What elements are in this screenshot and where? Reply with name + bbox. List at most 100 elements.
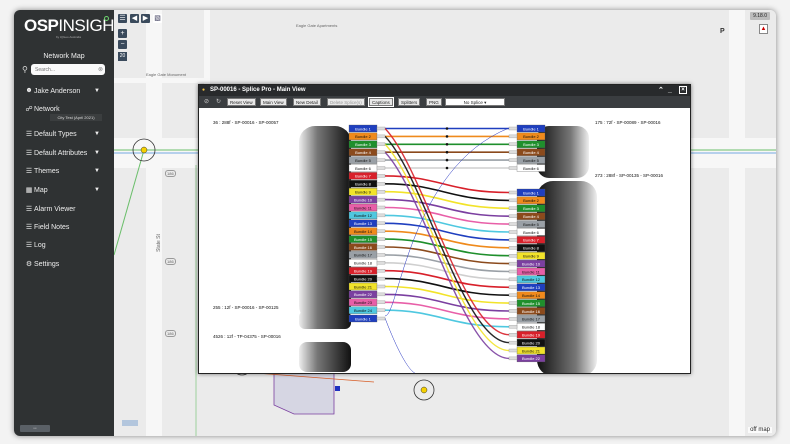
right-bot-bundle-connector	[508, 222, 518, 226]
splice-point[interactable]	[445, 150, 449, 154]
map-tools-icon[interactable]: ▧	[153, 14, 162, 23]
right-bot-bundle-label: Bundle 16	[522, 309, 541, 314]
search-input[interactable]	[31, 64, 105, 75]
minimize-icon[interactable]: _	[668, 85, 672, 96]
left-top-bundle-connector	[376, 269, 386, 273]
sidebar-item-default-attributes[interactable]: ☰ Default Attributes ▼	[14, 147, 114, 161]
cable-cylinder-left-mid[interactable]	[299, 311, 351, 329]
sidebar-item-field-notes[interactable]: ☰ Field Notes	[14, 221, 114, 235]
equipment-marker[interactable]	[335, 386, 340, 391]
sidebar-item-label: Themes	[34, 168, 60, 175]
new-detail-button[interactable]: New Detail	[293, 98, 321, 106]
fiber-passthrough[interactable]	[384, 317, 416, 373]
network-label: Network	[34, 106, 60, 113]
left-top-bundle-label: Bundle 9	[355, 190, 372, 195]
left-top-bundle-connector	[376, 182, 386, 186]
parking-marker: P	[720, 28, 725, 35]
splice-node[interactable]	[420, 386, 428, 394]
cable-cylinder-left-bot[interactable]	[299, 342, 351, 372]
left-top-bundle-label: Bundle 16	[354, 245, 373, 250]
road-east	[729, 10, 745, 436]
cable-label-left-mid: 255 : 12f - SP-00016 - SP-00125	[213, 305, 279, 310]
splitters-button[interactable]: Splitters	[398, 98, 421, 106]
zoom-in-button[interactable]: +	[118, 29, 127, 38]
captions-button[interactable]: Captions	[368, 97, 394, 107]
sidebar-item-alarm-viewer[interactable]: ☰ Alarm Viewer	[14, 203, 114, 217]
right-bot-bundle-label: Bundle 21	[522, 348, 541, 353]
splice-diagram[interactable]: Bundle 1 Bundle 2 Bundle 3 Bundle 4 Bundle 5…	[199, 108, 690, 373]
cable-cylinder-right-bot[interactable]	[537, 181, 597, 373]
forward-icon[interactable]: ▶	[141, 14, 150, 23]
map-label-apartments: Eagle Gate Apartments	[296, 23, 338, 28]
cable-label-left-top: 36 : 288f - SP-00016 - SP-00057	[213, 120, 279, 125]
right-bot-bundle-connector	[508, 348, 518, 353]
cancel-icon[interactable]: ⊘	[204, 98, 209, 105]
right-bot-bundle-label: Bundle 3	[523, 206, 540, 211]
left-top-bundle-label: Bundle 3	[355, 142, 372, 147]
layers-icon[interactable]: ☰	[118, 14, 127, 23]
left-top-bundle-connector	[376, 261, 386, 265]
left-top-bundle-label: Bundle 4	[355, 150, 372, 155]
logo-status-icon	[104, 16, 109, 21]
refresh-icon[interactable]: ↻	[216, 98, 221, 105]
cable-cylinder-left-top[interactable]	[299, 126, 351, 322]
left-top-bundle-connector	[376, 300, 386, 304]
splice-window-title: SP-00016 - Splice Pro - Main View	[210, 87, 306, 93]
gear-icon: ⚙	[25, 261, 33, 268]
left-top-bundle-label: Bundle 10	[354, 197, 373, 202]
reset-view-button[interactable]: Reset View	[227, 98, 256, 106]
left-top-bundle-connector	[376, 292, 386, 297]
right-bot-bundle-label: Bundle 4	[523, 214, 540, 219]
pdf-export-icon[interactable]: ▲	[759, 24, 768, 34]
route-shield: 186	[165, 258, 176, 265]
png-button[interactable]: PNG	[426, 98, 442, 106]
user-name: Jake Anderson	[34, 88, 81, 95]
sidebar-item-default-types[interactable]: ☰ Default Types ▼	[14, 128, 114, 142]
right-bot-bundle-connector	[508, 285, 518, 289]
collapse-icon[interactable]: ⌃	[658, 85, 664, 96]
left-top-bundle-connector	[376, 229, 386, 233]
sidebar-footer: •••	[14, 422, 114, 436]
splice-select[interactable]: No Splice ▾	[445, 98, 505, 106]
sidebar-item-settings[interactable]: ⚙ Settings	[14, 258, 114, 272]
right-bot-bundle-connector	[508, 325, 518, 329]
chevron-down-icon: ▼	[94, 187, 100, 193]
delete-splices-button[interactable]: Delete Splice(s)	[327, 98, 365, 106]
off-map-label[interactable]: off map	[748, 427, 772, 433]
sidebar-item-themes[interactable]: ☰ Themes ▼	[14, 165, 114, 179]
sidebar-item-user[interactable]: ☻ Jake Anderson ▼	[14, 85, 114, 99]
splice-pro-window: ● SP-00016 - Splice Pro - Main View ⌃ _ …	[198, 84, 691, 374]
close-icon[interactable]: ×	[679, 86, 687, 94]
left-top-bundle-connector	[376, 253, 386, 257]
back-icon[interactable]: ◀	[130, 14, 139, 23]
left-top-bundle-connector	[376, 174, 386, 178]
main-view-button[interactable]: Main View	[260, 98, 287, 106]
splice-point[interactable]	[445, 135, 449, 138]
search-icon: ⚲	[22, 65, 28, 74]
chevron-down-icon: ▼	[94, 88, 100, 94]
sidebar-item-label: Default Attributes	[34, 150, 88, 157]
splice-point[interactable]	[445, 127, 449, 130]
splice-window-titlebar[interactable]: ● SP-00016 - Splice Pro - Main View ⌃ _ …	[199, 85, 690, 96]
sidebar-item-map[interactable]: ▦ Map ▼	[14, 184, 114, 198]
clear-search-icon[interactable]: ⊗	[98, 66, 103, 73]
left-top-bundle-connector	[376, 245, 386, 249]
left-top-bundle-label: Bundle 8	[355, 182, 372, 187]
right-bot-bundle-label: Bundle 13	[522, 285, 541, 290]
splice-node[interactable]	[140, 146, 148, 154]
sidebar-footer-badge: •••	[20, 425, 50, 432]
splice-point[interactable]	[445, 166, 449, 170]
network-badge: City Test (April 2021)	[50, 114, 102, 121]
right-bot-bundle-connector	[508, 238, 518, 242]
zoom-level: 20	[118, 52, 127, 61]
splice-point[interactable]	[445, 143, 449, 146]
map-title: Network Map	[43, 53, 85, 60]
splice-point[interactable]	[445, 158, 449, 162]
left-top-bundle-connector	[376, 221, 386, 225]
right-bot-bundle-label: Bundle 22	[522, 356, 541, 361]
right-bot-bundle-label: Bundle 12	[522, 277, 541, 282]
zoom-out-button[interactable]: −	[118, 40, 127, 49]
sidebar-item-log[interactable]: ☰ Log	[14, 239, 114, 253]
right-bot-bundle-connector	[508, 206, 518, 210]
left-mid-bundle-label: Bundle 1	[355, 316, 372, 321]
